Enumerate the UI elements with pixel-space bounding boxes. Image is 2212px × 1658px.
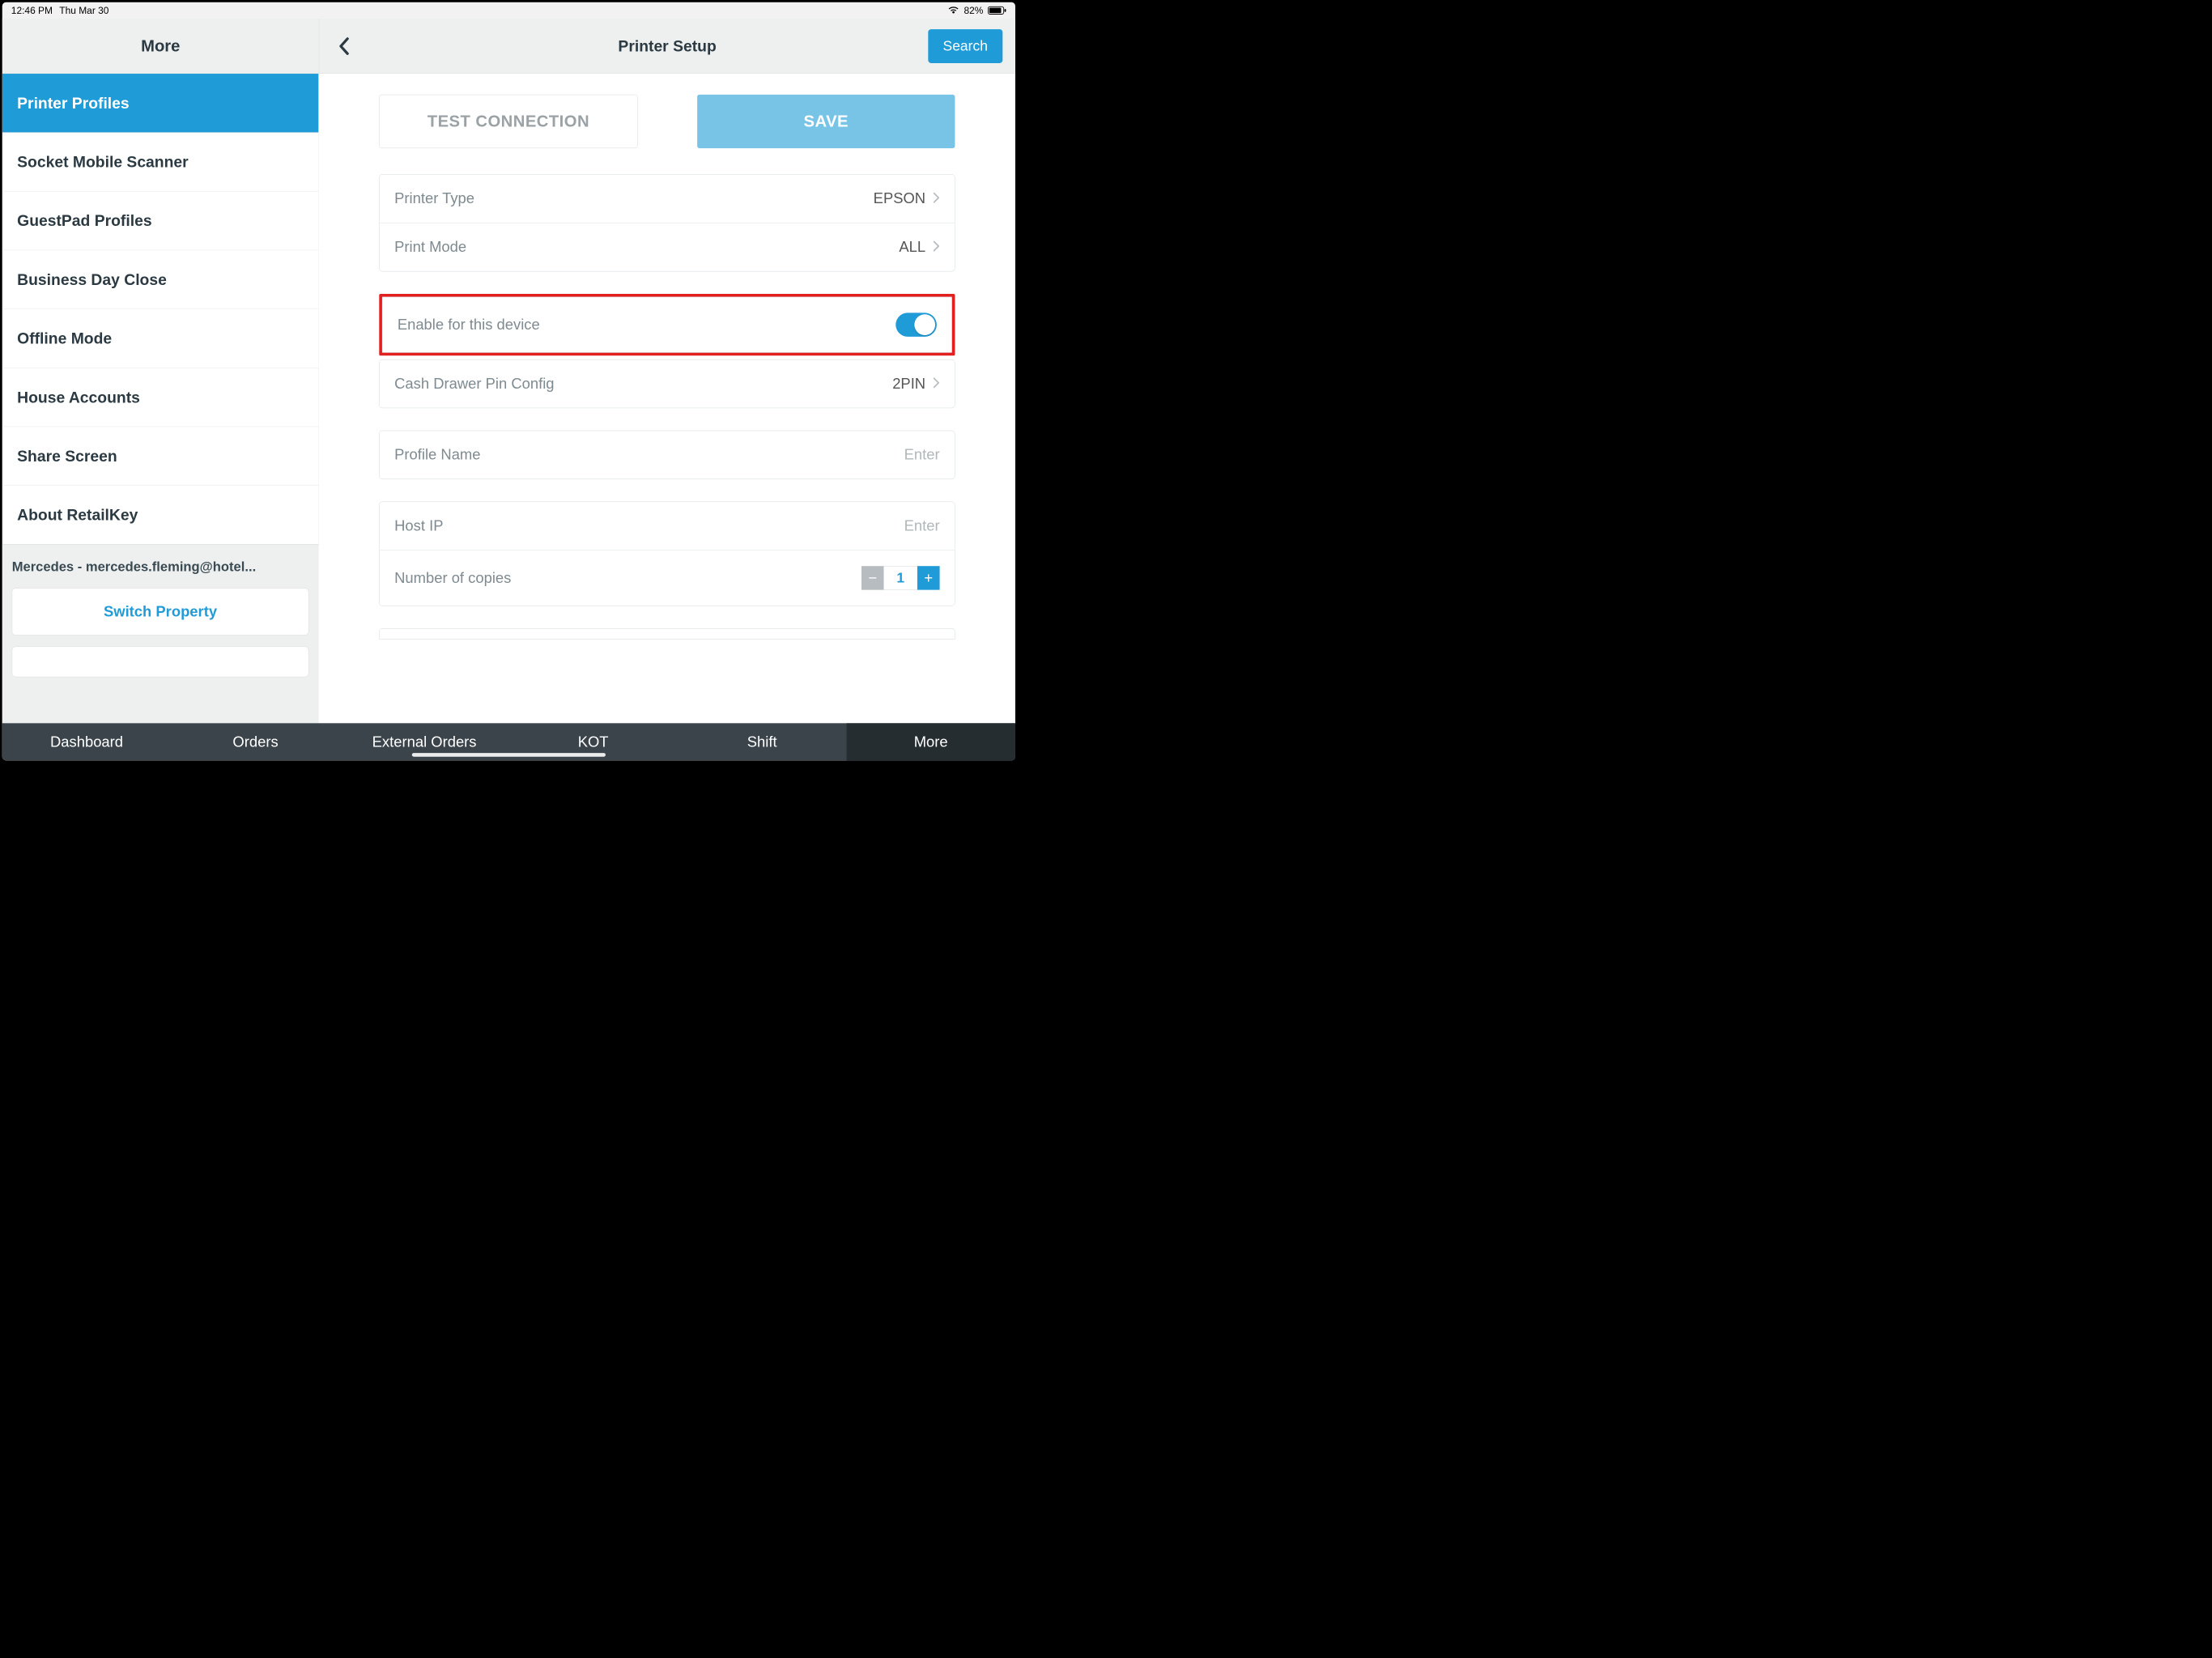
enable-device-row[interactable]: Enable for this device — [382, 297, 951, 352]
tab-dashboard[interactable]: Dashboard — [2, 723, 172, 760]
header-right: Printer Setup Search — [319, 19, 1015, 74]
printer-settings-group: Printer Type EPSON Print Mode ALL — [379, 174, 955, 271]
tab-label: More — [914, 733, 948, 750]
sidebar-item-socket-scanner[interactable]: Socket Mobile Scanner — [2, 133, 319, 192]
sidebar-item-printer-profiles[interactable]: Printer Profiles — [2, 74, 319, 133]
host-ip-placeholder: Enter — [904, 517, 940, 534]
profile-name-label: Profile Name — [394, 447, 480, 464]
status-date: Thu Mar 30 — [59, 5, 108, 16]
status-bar: 12:46 PM Thu Mar 30 82% — [2, 2, 1015, 19]
search-button[interactable]: Search — [928, 29, 1002, 63]
profile-name-placeholder: Enter — [904, 447, 940, 464]
status-time: 12:46 PM — [11, 5, 53, 16]
host-copies-group: Host IP Enter Number of copies − 1 + — [379, 502, 955, 606]
highlighted-enable-row: Enable for this device — [379, 294, 955, 355]
copies-label: Number of copies — [394, 570, 511, 587]
chevron-right-icon — [933, 190, 939, 207]
tab-orders[interactable]: Orders — [171, 723, 340, 760]
host-ip-label: Host IP — [394, 517, 443, 534]
back-button[interactable] — [333, 35, 355, 57]
content-area: Printer Profiles Socket Mobile Scanner G… — [2, 74, 1015, 723]
battery-icon — [988, 6, 1006, 15]
tab-label: Dashboard — [50, 733, 123, 750]
next-group-peek — [379, 628, 955, 640]
sidebar-footer: Mercedes - mercedes.fleming@hotel... Swi… — [2, 545, 319, 724]
sidebar-item-label: Socket Mobile Scanner — [17, 153, 189, 171]
toggle-knob — [914, 314, 935, 335]
wifi-icon — [947, 6, 959, 15]
action-row: TEST CONNECTION SAVE — [379, 95, 955, 148]
save-button[interactable]: SAVE — [697, 95, 955, 148]
switch-property-button[interactable]: Switch Property — [12, 588, 309, 635]
home-indicator — [412, 753, 606, 757]
print-mode-value: ALL — [899, 239, 925, 256]
sidebar-item-label: Business Day Close — [17, 270, 167, 288]
user-email-line: Mercedes - mercedes.fleming@hotel... — [12, 559, 309, 574]
header-left-title: More — [2, 19, 319, 74]
copies-increment-button[interactable]: + — [917, 566, 940, 589]
tab-label: KOT — [578, 733, 609, 750]
sidebar-item-label: Share Screen — [17, 447, 117, 465]
sidebar-item-label: House Accounts — [17, 389, 140, 406]
header-bar: More Printer Setup Search — [2, 19, 1015, 74]
cash-drawer-group: Cash Drawer Pin Config 2PIN — [379, 359, 955, 408]
printer-type-value: EPSON — [874, 190, 925, 207]
profile-name-group: Profile Name Enter — [379, 431, 955, 479]
tab-label: Shift — [747, 733, 777, 750]
cash-drawer-label: Cash Drawer Pin Config — [394, 376, 554, 393]
cash-drawer-row[interactable]: Cash Drawer Pin Config 2PIN — [380, 359, 955, 407]
sidebar-extra-button[interactable] — [12, 647, 309, 678]
print-mode-label: Print Mode — [394, 239, 466, 256]
main-panel: TEST CONNECTION SAVE Printer Type EPSON … — [319, 74, 1015, 723]
battery-percent: 82% — [963, 5, 983, 16]
profile-name-row[interactable]: Profile Name Enter — [380, 431, 955, 478]
chevron-right-icon — [933, 376, 939, 393]
page-title: Printer Setup — [618, 37, 716, 55]
copies-stepper: − 1 + — [861, 566, 940, 589]
sidebar-item-label: GuestPad Profiles — [17, 212, 151, 230]
copies-value: 1 — [884, 566, 917, 589]
print-mode-row[interactable]: Print Mode ALL — [380, 223, 955, 271]
sidebar: Printer Profiles Socket Mobile Scanner G… — [2, 74, 319, 723]
bottom-tab-bar: Dashboard Orders External Orders KOT Shi… — [2, 723, 1015, 760]
enable-device-label: Enable for this device — [398, 317, 540, 334]
sidebar-item-share-screen[interactable]: Share Screen — [2, 427, 319, 486]
sidebar-item-about-retailkey[interactable]: About RetailKey — [2, 486, 319, 545]
sidebar-item-offline-mode[interactable]: Offline Mode — [2, 309, 319, 368]
sidebar-item-label: Printer Profiles — [17, 94, 130, 112]
chevron-right-icon — [933, 239, 939, 256]
test-connection-button[interactable]: TEST CONNECTION — [379, 95, 637, 148]
tab-label: External Orders — [372, 733, 477, 750]
cash-drawer-value: 2PIN — [892, 376, 925, 393]
enable-device-toggle[interactable] — [895, 312, 937, 336]
app-screen: 12:46 PM Thu Mar 30 82% More Printer Set… — [0, 0, 1018, 763]
sidebar-item-house-accounts[interactable]: House Accounts — [2, 368, 319, 427]
copies-decrement-button[interactable]: − — [861, 566, 884, 589]
printer-type-label: Printer Type — [394, 190, 474, 207]
sidebar-item-guestpad-profiles[interactable]: GuestPad Profiles — [2, 191, 319, 250]
copies-row: Number of copies − 1 + — [380, 551, 955, 606]
sidebar-item-business-day-close[interactable]: Business Day Close — [2, 250, 319, 309]
sidebar-item-label: About RetailKey — [17, 506, 138, 524]
sidebar-item-label: Offline Mode — [17, 329, 112, 347]
chevron-left-icon — [338, 37, 349, 55]
tab-more[interactable]: More — [846, 723, 1015, 760]
tab-shift[interactable]: Shift — [678, 723, 847, 760]
host-ip-row[interactable]: Host IP Enter — [380, 502, 955, 551]
tab-label: Orders — [232, 733, 278, 750]
printer-type-row[interactable]: Printer Type EPSON — [380, 175, 955, 223]
